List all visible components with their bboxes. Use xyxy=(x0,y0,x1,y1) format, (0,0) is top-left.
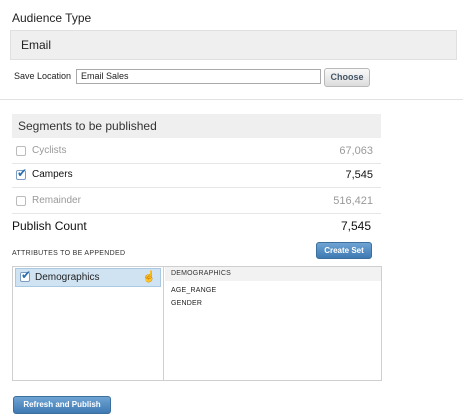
attribute-group-checkbox[interactable]: ✔ xyxy=(20,268,31,282)
segment-row-remainder[interactable]: Remainder 516,421 xyxy=(12,188,381,214)
segment-count: 67,063 xyxy=(339,145,373,157)
attributes-title: ATTRIBUTES TO BE APPENDED xyxy=(12,250,126,257)
refresh-and-publish-button[interactable]: Refresh and Publish xyxy=(13,396,111,414)
segment-name: Campers xyxy=(32,169,73,180)
segment-row-cyclists[interactable]: Cyclists 67,063 xyxy=(12,138,381,164)
save-location-label: Save Location xyxy=(14,71,72,81)
segment-checkbox[interactable]: ✔ xyxy=(16,166,27,180)
audience-type-title: Audience Type xyxy=(12,11,92,25)
segment-name: Cyclists xyxy=(32,145,67,156)
attribute-detail-item: GENDER xyxy=(171,300,203,307)
choose-button[interactable]: Choose xyxy=(324,68,370,87)
segment-count: 7,545 xyxy=(345,169,373,181)
attribute-group-demographics[interactable]: ✔ Demographics ☝ xyxy=(15,268,161,287)
audience-type-field[interactable]: Email xyxy=(10,30,457,60)
segment-row-campers[interactable]: ✔ Campers 7,545 xyxy=(12,162,381,188)
segments-header: Segments to be published xyxy=(12,114,381,138)
attribute-detail-header: DEMOGRAPHICS xyxy=(165,267,381,281)
segment-count: 516,421 xyxy=(333,195,373,207)
segment-checkbox[interactable] xyxy=(16,196,26,206)
create-set-button[interactable]: Create Set xyxy=(316,242,372,259)
check-icon: ✔ xyxy=(17,166,28,180)
publish-count-value: 7,545 xyxy=(341,219,372,233)
save-location-input[interactable]: Email Sales xyxy=(76,69,321,84)
check-icon: ✔ xyxy=(21,268,32,282)
hand-pointer-icon: ☝ xyxy=(142,271,156,283)
segment-name: Remainder xyxy=(32,195,81,206)
attribute-detail-item: AGE_RANGE xyxy=(171,287,217,294)
segment-checkbox[interactable] xyxy=(16,146,26,156)
publish-count-label: Publish Count xyxy=(12,219,87,233)
attribute-group-label: Demographics xyxy=(35,272,100,283)
